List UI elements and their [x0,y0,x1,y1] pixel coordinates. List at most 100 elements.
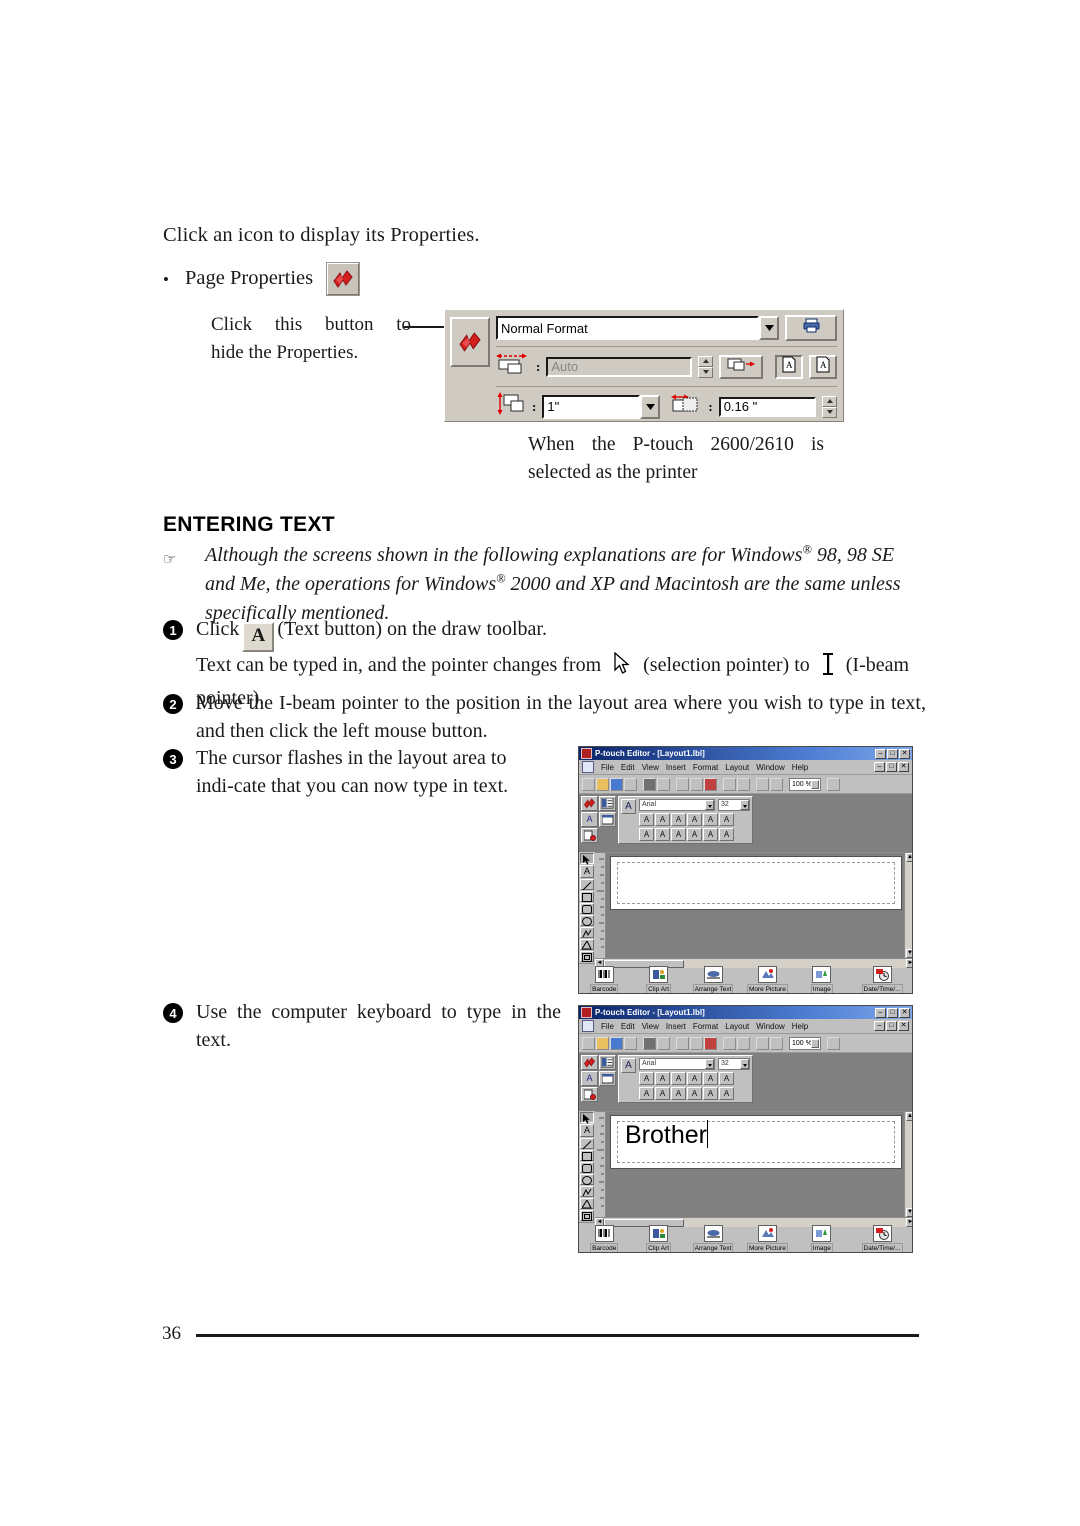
italic-button[interactable]: A [655,1072,670,1085]
minimize-button[interactable]: – [875,748,886,759]
barcode-tool[interactable]: Barcode [582,1225,626,1252]
spinner-up-icon[interactable] [698,355,713,367]
frame-properties-tab[interactable] [599,1071,616,1086]
outline-button[interactable]: A [671,1072,686,1085]
rectangle-tool-button[interactable] [580,1150,594,1161]
menu-view[interactable]: View [642,1022,659,1031]
outline-button[interactable]: A [671,813,686,826]
chevron-down-icon[interactable] [740,1059,749,1069]
chevron-down-icon[interactable] [740,800,749,810]
align-center-button[interactable]: A [655,1087,670,1100]
freehand-tool-button[interactable] [580,1198,594,1209]
redo-icon[interactable] [737,777,750,791]
chevron-down-icon[interactable] [705,1059,714,1069]
menu-window[interactable]: Window [756,1022,784,1031]
print-icon[interactable] [643,777,656,791]
align-right-button[interactable]: A [671,828,686,841]
menu-help[interactable]: Help [792,1022,808,1031]
doc-restore-button[interactable]: □ [886,1021,897,1031]
undo-icon[interactable] [723,777,736,791]
date-time-tool[interactable]: Date/Time/... [854,1225,910,1252]
paste-icon[interactable] [704,777,717,791]
document-controls[interactable]: – □ ✕ [874,1021,909,1031]
chevron-down-icon[interactable] [811,1038,819,1048]
format-value[interactable]: Normal Format [496,316,759,340]
menu-edit[interactable]: Edit [621,763,635,772]
date-time-tool[interactable]: Date/Time/... [854,966,910,993]
ellipse-tool-button[interactable] [580,1174,594,1185]
format-combo[interactable]: Normal Format [496,316,779,340]
doc-close-button[interactable]: ✕ [898,762,909,772]
menu-insert[interactable]: Insert [666,1022,686,1031]
text-direction-button[interactable]: A [719,1087,734,1100]
cut-icon[interactable] [676,1036,689,1050]
menu-file[interactable]: File [601,1022,614,1031]
label-area[interactable] [610,856,902,910]
image-tool[interactable]: Image [800,1225,844,1252]
database-properties-tab[interactable] [581,828,598,843]
landscape-orientation-button[interactable]: A [809,354,837,379]
redo-icon[interactable] [737,1036,750,1050]
auto-length-button[interactable] [719,354,763,379]
minimize-button[interactable]: – [875,1007,886,1018]
scroll-up-button[interactable]: ▲ [905,1112,912,1121]
doc-minimize-button[interactable]: – [874,762,885,772]
arrange-text-tool[interactable]: Arrange Text [691,1225,735,1252]
page-properties-tab[interactable] [581,1055,598,1070]
chevron-down-icon[interactable] [759,316,779,340]
width-combo[interactable]: 1" [542,394,661,419]
spinner-up-icon[interactable] [822,395,837,407]
save-as-icon[interactable] [624,1036,637,1050]
object-icon[interactable] [770,1036,783,1050]
menu-file[interactable]: File [601,763,614,772]
bold-button[interactable]: A [639,1072,654,1085]
font-name-combo[interactable]: Arial [639,799,715,811]
length-value[interactable]: Auto [546,356,692,377]
image-tool[interactable]: Image [800,966,844,993]
text-properties-tab[interactable]: A [581,1071,598,1086]
layout-properties-tab[interactable] [599,796,616,811]
font-size-combo[interactable]: 32 [718,1058,750,1070]
chevron-down-icon[interactable] [640,394,661,419]
help-icon[interactable] [827,1036,840,1050]
condense-button[interactable]: A [719,1072,734,1085]
align-justify-button[interactable]: A [687,1087,702,1100]
chevron-down-icon[interactable] [811,779,819,789]
line-tool-button[interactable] [580,1138,594,1150]
text-tool-button[interactable]: A [580,1124,594,1137]
vertical-scrollbar[interactable]: ▲ ▼ [904,1112,912,1217]
layout-canvas[interactable]: Brother [606,1112,904,1217]
close-button[interactable]: ✕ [899,748,910,759]
text-tool-button-icon[interactable]: A [242,622,275,652]
spinner-down-icon[interactable] [698,366,713,378]
copy-icon[interactable] [690,1036,703,1050]
paste-icon[interactable] [704,1036,717,1050]
menu-edit[interactable]: Edit [621,1022,635,1031]
margin-value[interactable]: 0.16 " [718,396,816,417]
vertical-text-button[interactable]: A [703,828,718,841]
text-tool-button[interactable]: A [580,865,594,878]
document-controls[interactable]: – □ ✕ [874,762,909,772]
close-button[interactable]: ✕ [899,1007,910,1018]
maximize-button[interactable]: □ [887,1007,898,1018]
window-controls[interactable]: – □ ✕ [875,748,910,759]
page-properties-button[interactable] [327,263,360,295]
print-icon[interactable] [643,1036,656,1050]
length-spinner[interactable] [698,355,713,378]
clipart-tool-button[interactable] [580,927,594,938]
doc-minimize-button[interactable]: – [874,1021,885,1031]
print-button[interactable] [785,315,837,341]
clipart-tool-button[interactable] [580,1186,594,1197]
barcode-tool[interactable]: Barcode [582,966,626,993]
new-icon[interactable] [582,1036,595,1050]
cut-icon[interactable] [676,777,689,791]
menu-window[interactable]: Window [756,763,784,772]
page-properties-tab[interactable] [581,796,598,811]
vertical-scrollbar[interactable]: ▲ ▼ [904,853,912,958]
copy-icon[interactable] [690,777,703,791]
text-properties-tab[interactable]: A [581,812,598,827]
chevron-down-icon[interactable] [705,800,714,810]
select-tool-button[interactable] [580,1112,594,1124]
vertical-text-button[interactable]: A [703,1087,718,1100]
align-left-button[interactable]: A [639,1087,654,1100]
